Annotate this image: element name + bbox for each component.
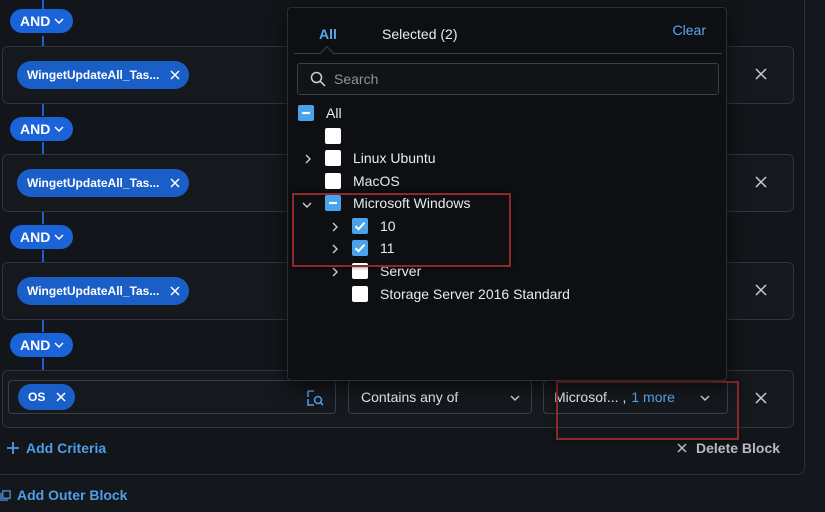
and-label: AND	[20, 229, 51, 245]
connector-line	[42, 250, 44, 262]
tree-item-all[interactable]: All	[298, 102, 342, 124]
criteria-chip-label: WingetUpdateAll_Tas...	[27, 68, 160, 82]
tab-selected[interactable]: Selected (2)	[382, 26, 457, 42]
close-icon[interactable]	[169, 285, 181, 297]
connector-line	[42, 104, 44, 116]
checkbox-partial-icon[interactable]	[298, 105, 314, 121]
add-criteria-label: Add Criteria	[26, 440, 107, 456]
remove-row-icon[interactable]	[754, 283, 768, 297]
delete-block-button[interactable]: Delete Block	[676, 440, 780, 456]
plus-icon	[7, 442, 19, 454]
tab-indicator	[319, 45, 335, 61]
tab-all[interactable]: All	[319, 26, 337, 42]
close-icon[interactable]	[55, 391, 67, 403]
connector-line	[42, 36, 44, 46]
close-icon[interactable]	[169, 177, 181, 189]
search-icon	[310, 71, 326, 87]
tree-item-label: All	[326, 105, 342, 121]
clear-button[interactable]: Clear	[673, 22, 706, 38]
chevron-right-icon[interactable]	[329, 266, 341, 278]
criteria-chip-label: WingetUpdateAll_Tas...	[27, 176, 160, 190]
chevron-down-icon	[510, 395, 520, 402]
tree-item-label: Linux Ubuntu	[353, 150, 436, 166]
criteria-field-select[interactable]: OS	[8, 380, 336, 414]
connector-line	[42, 320, 44, 332]
chevron-down-icon	[54, 234, 64, 241]
chevron-right-icon[interactable]	[302, 153, 314, 165]
close-icon	[677, 443, 687, 453]
connector-line	[42, 212, 44, 224]
checkbox-icon[interactable]	[325, 173, 341, 189]
tree-item-macos[interactable]: MacOS	[325, 170, 400, 192]
criteria-chip[interactable]: WingetUpdateAll_Tas...	[17, 169, 190, 197]
chevron-down-icon	[54, 342, 64, 349]
search-placeholder: Search	[334, 71, 379, 87]
add-block-icon	[0, 489, 11, 501]
and-label: AND	[20, 337, 51, 353]
chevron-down-icon	[54, 126, 64, 133]
chevron-down-icon	[54, 18, 64, 25]
connector-line	[42, 358, 44, 370]
and-operator-button[interactable]: AND	[10, 225, 74, 249]
criteria-chip[interactable]: OS	[18, 384, 76, 410]
highlight-box	[556, 381, 739, 440]
connector-line	[42, 142, 44, 154]
remove-row-icon[interactable]	[754, 67, 768, 81]
add-criteria-button[interactable]: Add Criteria	[6, 440, 106, 456]
and-operator-button[interactable]: AND	[10, 333, 74, 357]
delete-block-label: Delete Block	[696, 440, 781, 456]
checkbox-icon[interactable]	[325, 150, 341, 166]
operator-value: Contains any of	[361, 389, 459, 405]
search-field-icon[interactable]	[305, 388, 325, 408]
checkbox-icon[interactable]	[352, 286, 368, 302]
operator-select[interactable]: Contains any of	[348, 380, 532, 414]
remove-row-icon[interactable]	[754, 175, 768, 189]
checkbox-icon[interactable]	[325, 128, 341, 144]
remove-row-icon[interactable]	[754, 391, 768, 405]
tree-item-blank[interactable]	[325, 125, 353, 147]
highlight-box	[292, 193, 511, 267]
add-outer-block-label: Add Outer Block	[17, 487, 128, 503]
and-label: AND	[20, 13, 51, 29]
add-outer-block-button[interactable]: Add Outer Block	[0, 487, 127, 503]
criteria-chip[interactable]: WingetUpdateAll_Tas...	[17, 277, 190, 305]
close-icon[interactable]	[169, 69, 181, 81]
tree-item-label: MacOS	[353, 173, 400, 189]
criteria-chip[interactable]: WingetUpdateAll_Tas...	[17, 61, 190, 89]
tree-item-label: Storage Server 2016 Standard	[380, 286, 570, 302]
tab-divider	[294, 53, 722, 54]
criteria-chip-label: OS	[28, 390, 46, 404]
and-operator-button[interactable]: AND	[10, 9, 74, 33]
tree-item-linux[interactable]: Linux Ubuntu	[325, 147, 436, 169]
tree-item-storage[interactable]: Storage Server 2016 Standard	[352, 283, 570, 305]
search-input[interactable]: Search	[297, 63, 719, 95]
and-label: AND	[20, 121, 51, 137]
and-operator-button[interactable]: AND	[10, 117, 74, 141]
criteria-chip-label: WingetUpdateAll_Tas...	[27, 284, 160, 298]
